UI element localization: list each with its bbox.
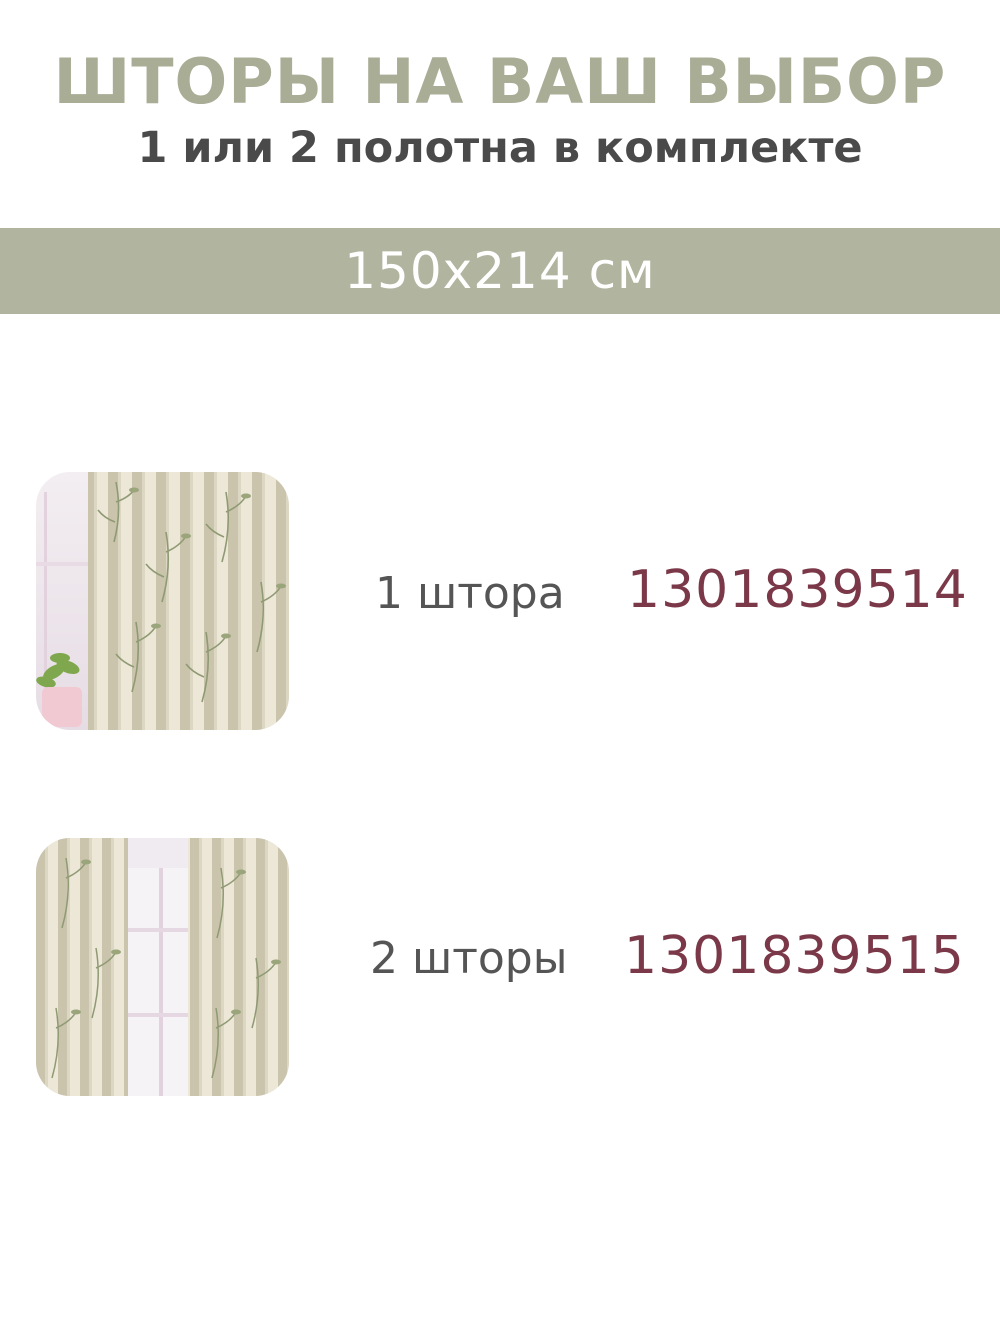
option-label-single: 1 штора [375,568,565,619]
two-curtains-image [36,838,289,1096]
single-curtain-image [36,472,289,730]
page-subtitle: 1 или 2 полотна в комплекте [137,123,863,173]
option-label-double: 2 шторы [370,933,568,984]
page-title: ШТОРЫ НА ВАШ ВЫБОР [53,45,947,118]
size-banner: 150x214 см [0,228,1000,314]
option-code-double: 1301839515 [624,926,965,986]
size-text: 150x214 см [344,242,656,300]
option-code-single: 1301839514 [627,560,968,620]
